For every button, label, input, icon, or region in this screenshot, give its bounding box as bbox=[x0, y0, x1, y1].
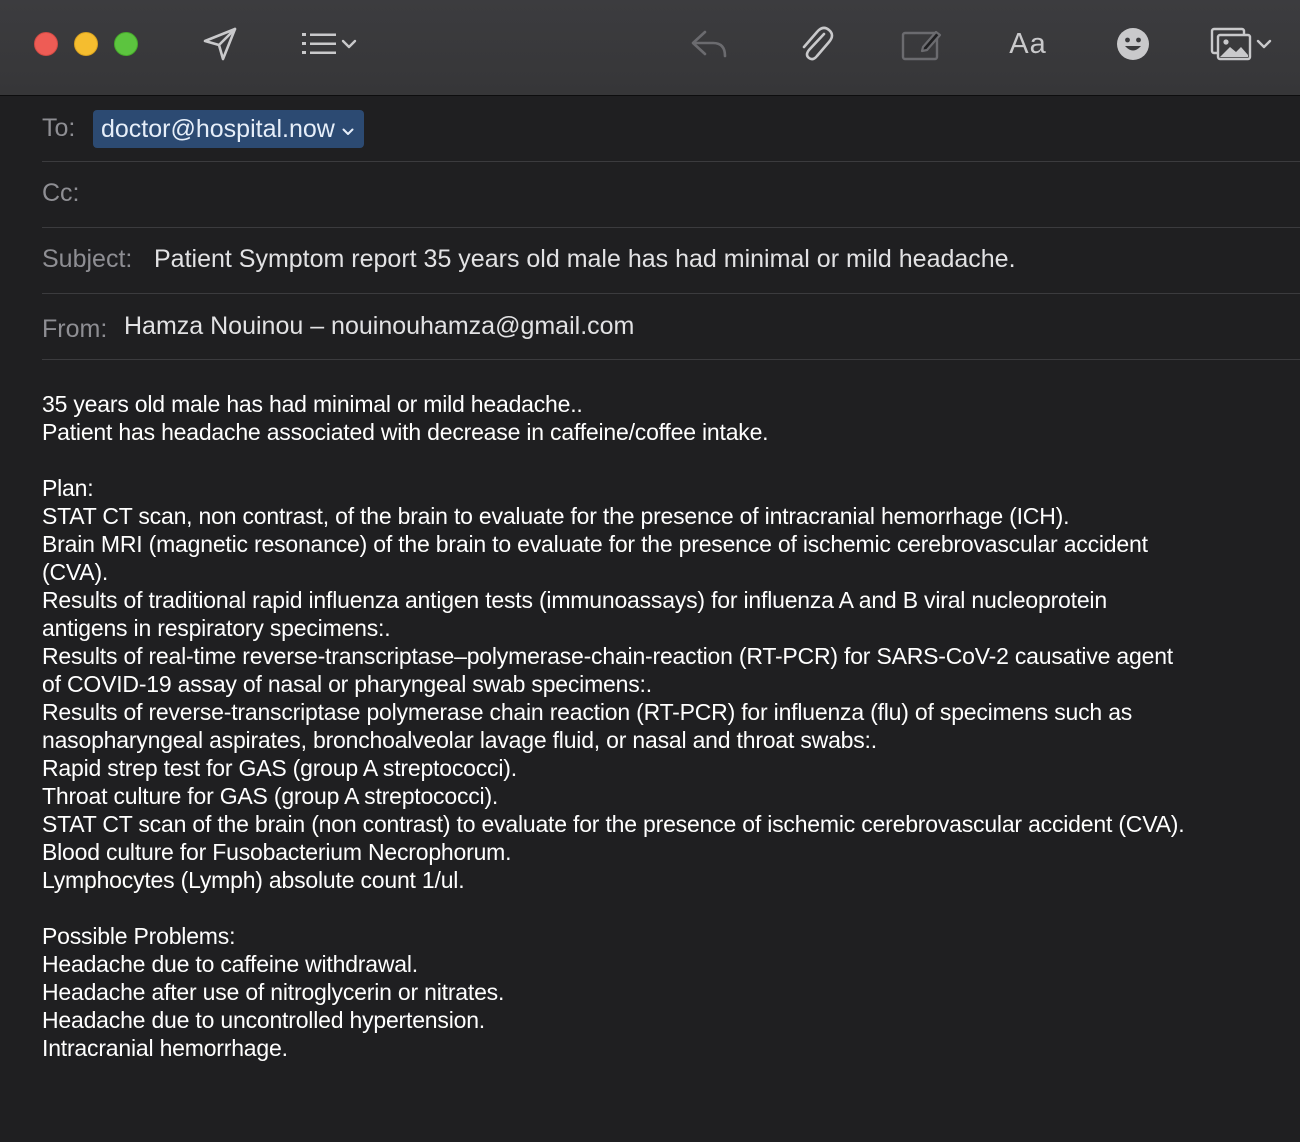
emoji-icon bbox=[1115, 26, 1151, 62]
to-row: To: doctor@hospital.now bbox=[42, 96, 1300, 162]
plan-line: of COVID-19 assay of nasal or pharyngeal… bbox=[42, 671, 652, 697]
cc-field[interactable] bbox=[97, 179, 1247, 209]
from-label: From: bbox=[42, 315, 108, 343]
from-row: From: Hamza Nouinou – nouinouhamza@gmail… bbox=[42, 293, 1300, 360]
send-icon bbox=[201, 25, 239, 63]
recipient-address: doctor@hospital.now bbox=[101, 114, 335, 143]
format-icon: Aa bbox=[1009, 27, 1047, 60]
chevron-down-icon[interactable] bbox=[341, 115, 355, 144]
cc-label: Cc: bbox=[42, 179, 80, 207]
problem-line: Headache after use of nitroglycerin or n… bbox=[42, 979, 505, 1005]
plan-line: antigens in respiratory specimens:. bbox=[42, 615, 391, 641]
plan-line: Rapid strep test for GAS (group A strept… bbox=[42, 755, 517, 781]
chevron-down-icon bbox=[1255, 38, 1273, 50]
plan-line: STAT CT scan of the brain (non contrast)… bbox=[42, 811, 1185, 837]
photo-browser-icon bbox=[1209, 25, 1255, 63]
reply-button[interactable] bbox=[688, 22, 730, 66]
attach-button[interactable] bbox=[794, 22, 836, 66]
plan-line: Results of reverse-transcriptase polymer… bbox=[42, 699, 1133, 725]
minimize-window-button[interactable] bbox=[74, 32, 98, 56]
list-icon bbox=[300, 29, 340, 59]
chevron-down-icon bbox=[340, 38, 358, 50]
subject-field[interactable]: Patient Symptom report 35 years old male… bbox=[154, 245, 1016, 274]
plan-line: Results of traditional rapid influenza a… bbox=[42, 587, 1107, 613]
plan-line: Results of real-time reverse-transcripta… bbox=[42, 643, 1173, 669]
body-line: 35 years old male has had minimal or mil… bbox=[42, 391, 583, 417]
plan-line: (CVA). bbox=[42, 559, 109, 585]
format-button[interactable]: Aa bbox=[1002, 22, 1054, 66]
recipient-token[interactable]: doctor@hospital.now bbox=[93, 110, 364, 148]
markup-icon bbox=[899, 25, 943, 63]
message-body[interactable]: 35 years old male has had minimal or mil… bbox=[42, 390, 1282, 1062]
plan-line: Brain MRI (magnetic resonance) of the br… bbox=[42, 531, 1148, 557]
attachment-icon bbox=[796, 24, 834, 64]
send-button[interactable] bbox=[198, 22, 242, 66]
plan-heading: Plan: bbox=[42, 475, 94, 501]
close-window-button[interactable] bbox=[34, 32, 58, 56]
to-label: To: bbox=[42, 114, 76, 142]
problem-line: Headache due to uncontrolled hypertensio… bbox=[42, 1007, 485, 1033]
reply-icon bbox=[689, 26, 729, 62]
plan-line: STAT CT scan, non contrast, of the brain… bbox=[42, 503, 1070, 529]
from-selector[interactable]: Hamza Nouinou – nouinouhamza@gmail.com bbox=[124, 312, 634, 341]
compose-window: Aa To: doctor@hospital.now Cc: Subject: … bbox=[0, 0, 1300, 1142]
header-fields-menu-button[interactable] bbox=[294, 22, 364, 66]
subject-row: Subject: Patient Symptom report 35 years… bbox=[42, 227, 1300, 294]
plan-line: Blood culture for Fusobacterium Necropho… bbox=[42, 839, 512, 865]
problem-line: Intracranial hemorrhage. bbox=[42, 1035, 288, 1061]
problems-heading: Possible Problems: bbox=[42, 923, 236, 949]
problem-line: Headache due to caffeine withdrawal. bbox=[42, 951, 418, 977]
cc-row: Cc: bbox=[42, 161, 1300, 228]
zoom-window-button[interactable] bbox=[114, 32, 138, 56]
emoji-button[interactable] bbox=[1112, 22, 1154, 66]
photo-browser-button[interactable] bbox=[1204, 22, 1278, 66]
body-line: Patient has headache associated with dec… bbox=[42, 419, 769, 445]
markup-button[interactable] bbox=[898, 22, 944, 66]
plan-line: Lymphocytes (Lymph) absolute count 1/ul. bbox=[42, 867, 465, 893]
plan-line: Throat culture for GAS (group A streptoc… bbox=[42, 783, 499, 809]
plan-line: nasopharyngeal aspirates, bronchoalveola… bbox=[42, 727, 877, 753]
toolbar: Aa bbox=[0, 0, 1300, 96]
subject-label: Subject: bbox=[42, 245, 133, 273]
